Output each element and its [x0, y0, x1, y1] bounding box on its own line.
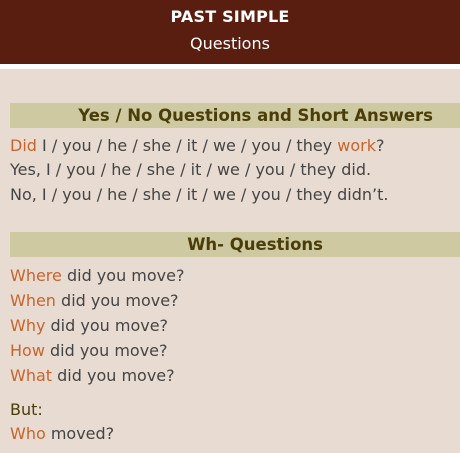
- wh-question-rest: did you move?: [44, 341, 168, 360]
- wh-word: Where: [10, 266, 62, 285]
- auxiliary-word: Did: [10, 136, 37, 155]
- wh-question-item: Why did you move?: [10, 316, 168, 336]
- wh-heading-text: Wh- Questions: [187, 235, 323, 254]
- subject-list: I / you / he / she / it / we / you / the…: [36, 136, 338, 155]
- page-title: PAST SIMPLE: [170, 7, 290, 26]
- wh-question-item: What did you move?: [10, 366, 175, 386]
- wh-question-rest: did you move?: [45, 316, 169, 335]
- wh-word: When: [10, 291, 56, 310]
- short-answer-yes: Yes, I / you / he / she / it / we / you …: [10, 160, 372, 179]
- question-mark: ?: [375, 136, 385, 155]
- wh-question-item: How did you move?: [10, 341, 168, 361]
- wh-question-item: Where did you move?: [10, 266, 184, 286]
- subject-question-item: Who moved?: [10, 424, 114, 444]
- short-answer-no: No, I / you / he / she / it / we / you /…: [10, 185, 389, 204]
- wh-section-heading: Wh- Questions: [10, 232, 460, 257]
- wh-word: What: [10, 366, 53, 385]
- wh-word: Why: [10, 316, 46, 335]
- yes-no-section-heading: Yes / No Questions and Short Answers: [10, 103, 460, 128]
- main-verb: work: [337, 136, 376, 155]
- content-panel: Yes / No Questions and Short Answers Did…: [0, 69, 460, 453]
- wh-word: Who: [10, 424, 46, 443]
- header-banner: PAST SIMPLE Questions: [0, 0, 460, 64]
- page-subtitle: Questions: [190, 34, 270, 53]
- wh-question-item: When did you move?: [10, 291, 179, 311]
- but-label: But:: [10, 400, 43, 419]
- wh-question-rest: did you move?: [61, 266, 185, 285]
- yes-no-heading-text: Yes / No Questions and Short Answers: [78, 106, 433, 125]
- wh-question-rest: moved?: [45, 424, 115, 443]
- yes-no-question-line: Did I / you / he / she / it / we / you /…: [10, 136, 384, 156]
- wh-question-rest: did you move?: [55, 291, 179, 310]
- wh-word: How: [10, 341, 45, 360]
- page: PAST SIMPLE Questions Yes / No Questions…: [0, 0, 460, 453]
- wh-question-rest: did you move?: [52, 366, 175, 385]
